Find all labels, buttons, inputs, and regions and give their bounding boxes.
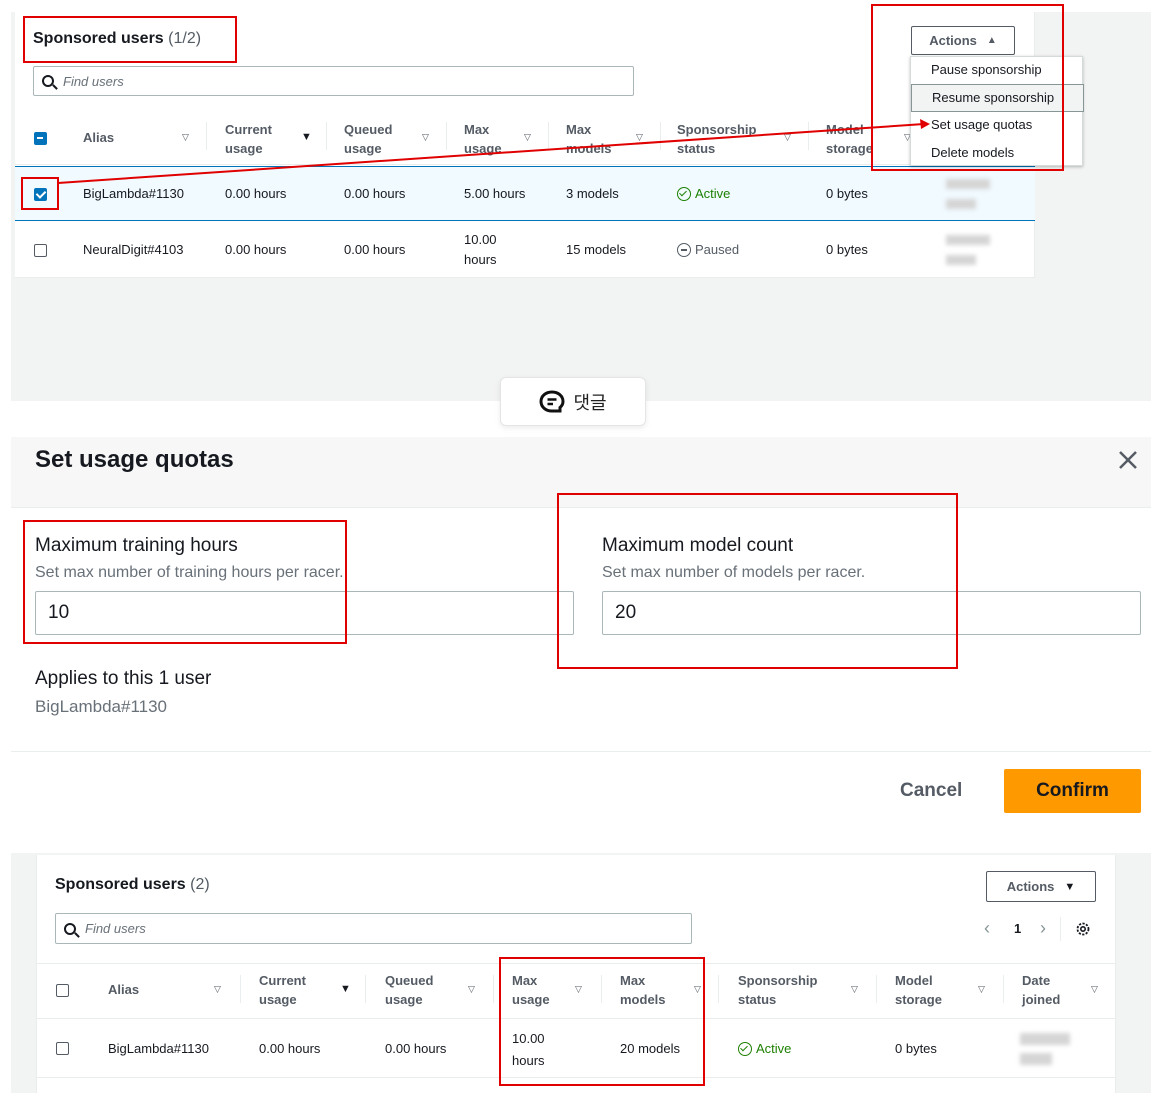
applies-user: BigLambda#1130 <box>35 697 168 716</box>
prev-page-icon[interactable]: ‹ <box>984 918 990 939</box>
sort-icon[interactable]: ▽ <box>978 984 985 995</box>
applies-label: Applies to this 1 user <box>35 668 212 689</box>
model-storage-cell: 0 bytes <box>895 1041 937 1056</box>
highlight-box <box>499 957 705 1086</box>
sort-icon[interactable]: ▽ <box>1091 984 1098 995</box>
select-all-checkbox[interactable] <box>56 984 69 997</box>
confirm-button[interactable]: Confirm <box>1004 769 1141 813</box>
search-icon <box>64 922 76 935</box>
cancel-button[interactable]: Cancel <box>900 780 962 802</box>
sort-icon[interactable]: ▽ <box>851 984 858 995</box>
status-text: Active <box>756 1041 792 1056</box>
search-placeholder: Find users <box>85 921 146 936</box>
queued-usage-cell: 0.00 hours <box>385 1041 447 1056</box>
comment-icon <box>539 389 565 412</box>
col-queued-usage[interactable]: Queued usage <box>385 971 433 1009</box>
comment-label: 댓글 <box>573 392 607 413</box>
col-divider <box>1003 975 1004 1003</box>
divider <box>11 751 1151 752</box>
col-divider <box>876 975 877 1003</box>
actions-button[interactable]: Actions ▼ <box>986 871 1096 902</box>
col-sponsorship-status[interactable]: Sponsorship status <box>738 971 817 1009</box>
blurred-date <box>1020 1053 1052 1065</box>
modal-title: Set usage quotas <box>35 446 234 473</box>
col-alias[interactable]: Alias <box>108 980 139 999</box>
annotation-arrow <box>57 119 930 184</box>
divider <box>1060 917 1061 941</box>
col-model-storage[interactable]: Modelstorage <box>895 971 942 1009</box>
col-divider <box>240 975 241 1003</box>
current-usage-cell: 0.00 hours <box>259 1041 321 1056</box>
page-number[interactable]: 1 <box>1014 921 1021 936</box>
row-checkbox[interactable] <box>56 1042 69 1055</box>
comment-button[interactable]: 댓글 <box>500 377 646 426</box>
col-divider <box>365 975 366 1003</box>
col-current-usage[interactable]: Current usage <box>259 971 306 1009</box>
highlight-box <box>557 493 958 669</box>
status-badge: Active <box>738 1039 791 1059</box>
sort-icon[interactable]: ▽ <box>468 984 475 995</box>
close-icon[interactable] <box>1116 448 1140 472</box>
table-title: Sponsored users (2) <box>55 876 210 893</box>
check-circle-icon <box>738 1042 752 1056</box>
col-divider <box>493 975 494 1003</box>
alias-cell: BigLambda#1130 <box>108 1041 209 1056</box>
sort-icon[interactable]: ▽ <box>214 984 221 995</box>
highlight-box <box>23 520 347 644</box>
next-page-icon[interactable]: › <box>1040 918 1046 939</box>
sort-desc-icon[interactable]: ▼ <box>340 983 351 995</box>
blurred-date <box>1020 1033 1070 1045</box>
caret-down-icon: ▼ <box>1064 880 1076 893</box>
search-input[interactable]: Find users <box>55 913 692 944</box>
col-divider <box>718 975 719 1003</box>
col-date-joined[interactable]: Date joined <box>1022 971 1060 1009</box>
gear-icon[interactable] <box>1075 921 1091 942</box>
actions-label: Actions <box>1006 879 1055 894</box>
